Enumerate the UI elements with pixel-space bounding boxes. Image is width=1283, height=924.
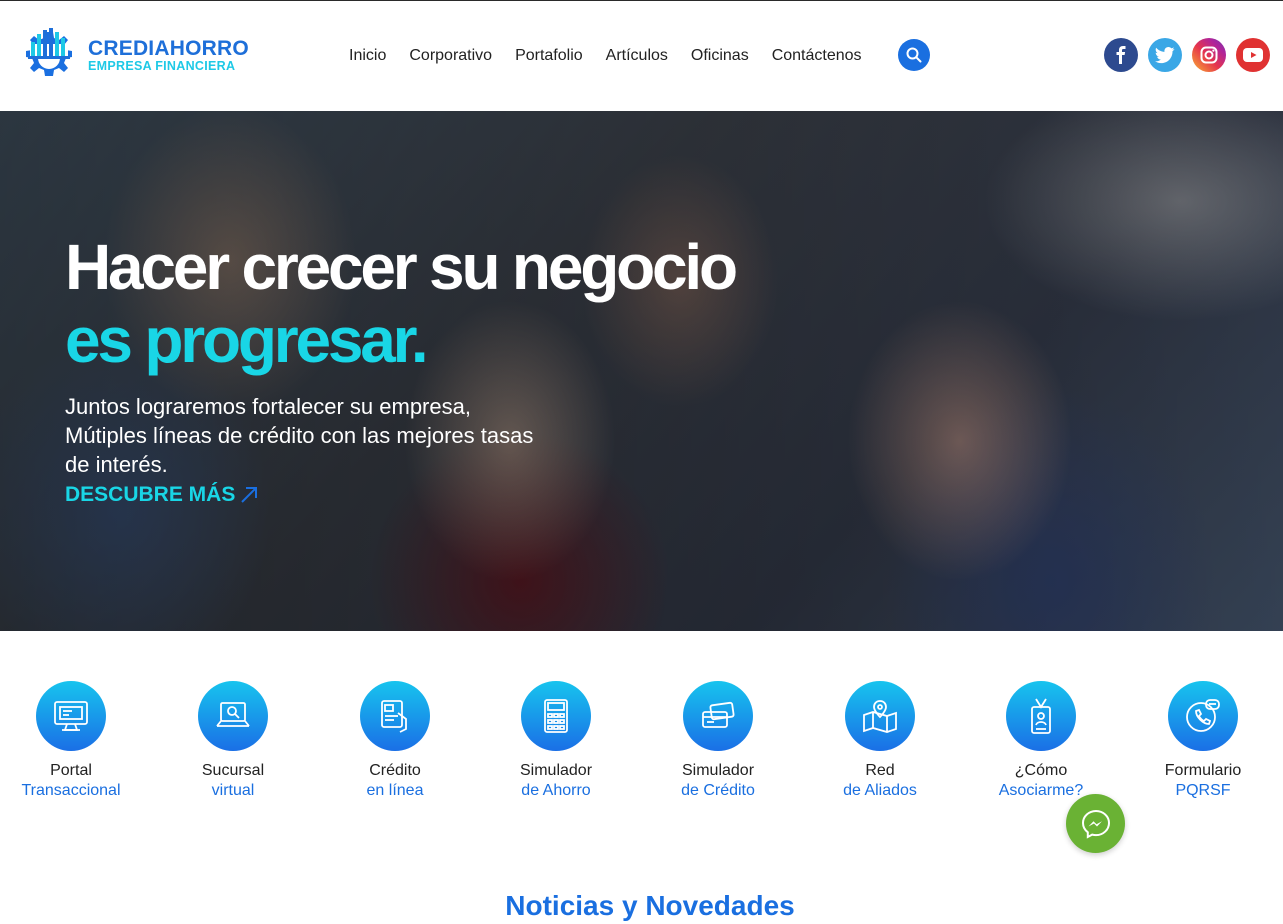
nav-item-oficinas[interactable]: Oficinas	[691, 47, 749, 65]
search-button[interactable]	[898, 39, 930, 71]
facebook-icon	[1116, 46, 1126, 64]
id-badge-icon	[1006, 681, 1076, 751]
nav-item-articulos[interactable]: Artículos	[606, 47, 668, 65]
brand-tagline: EMPRESA FINANCIERA	[88, 58, 236, 73]
service-label: Red	[865, 762, 895, 779]
service-como-asociarme[interactable]: ¿Cómo Asociarme?	[966, 681, 1116, 801]
laptop-search-icon	[198, 681, 268, 751]
calculator-icon	[521, 681, 591, 751]
service-sublabel: de Crédito	[681, 782, 755, 799]
hero-title: Hacer crecer su negocio	[65, 231, 738, 303]
cards-icon	[683, 681, 753, 751]
discover-more-label: DESCUBRE MÁS	[65, 483, 236, 506]
hero-description: Juntos lograremos fortalecer su empresa,…	[65, 394, 534, 477]
service-label: Portal	[50, 762, 92, 779]
service-sublabel: de Ahorro	[521, 782, 591, 799]
service-label: Formulario	[1164, 762, 1242, 779]
brand-name: CREDIAHORRO	[88, 36, 249, 60]
service-simulador-credito[interactable]: Simulador de Crédito	[643, 681, 793, 801]
facebook-button[interactable]	[1104, 38, 1138, 72]
messenger-chat-button[interactable]	[1066, 794, 1125, 853]
arrow-up-right-icon	[241, 487, 258, 503]
map-pin-icon	[845, 681, 915, 751]
hero-banner: Hacer crecer su negocio es progresar. Ju…	[0, 111, 1283, 631]
service-sucursal-virtual[interactable]: Sucursal virtual	[158, 681, 308, 801]
service-formulario-pqrsf[interactable]: Formulario PQRSF	[1128, 681, 1278, 801]
service-simulador-ahorro[interactable]: Simulador de Ahorro	[481, 681, 631, 801]
nav-item-contactenos[interactable]: Contáctenos	[772, 47, 862, 65]
youtube-icon	[1243, 48, 1263, 62]
youtube-button[interactable]	[1236, 38, 1270, 72]
logo-gear-icon	[26, 28, 72, 76]
instagram-button[interactable]	[1192, 38, 1226, 72]
service-portal-transaccional[interactable]: Portal Transaccional	[0, 681, 146, 801]
service-label: Crédito	[369, 762, 421, 779]
service-sublabel: Transaccional	[21, 782, 121, 799]
main-nav: Inicio Corporativo Portafolio Artículos …	[349, 47, 885, 65]
monitor-icon	[36, 681, 106, 751]
nav-item-corporativo[interactable]: Corporativo	[409, 47, 492, 65]
service-sublabel: virtual	[211, 782, 255, 799]
service-label: Simulador	[681, 762, 755, 779]
discover-more-link[interactable]: DESCUBRE MÁS	[65, 483, 259, 507]
service-label: ¿Cómo	[1014, 762, 1068, 779]
nav-item-portafolio[interactable]: Portafolio	[515, 47, 583, 65]
hand-card-icon	[360, 681, 430, 751]
service-red-aliados[interactable]: Red de Aliados	[805, 681, 955, 801]
service-sublabel: PQRSF	[1175, 782, 1231, 799]
messenger-icon	[1081, 809, 1110, 839]
twitter-icon	[1155, 46, 1175, 63]
phone-chat-icon	[1168, 681, 1238, 751]
service-sublabel: en línea	[366, 782, 424, 799]
service-credito-en-linea[interactable]: Crédito en línea	[320, 681, 470, 801]
instagram-icon	[1200, 46, 1218, 64]
nav-item-inicio[interactable]: Inicio	[349, 47, 386, 65]
site-header: CREDIAHORRO EMPRESA FINANCIERA Inicio Co…	[0, 1, 1283, 111]
hero-subtitle: es progresar.	[65, 304, 429, 376]
logo[interactable]: CREDIAHORRO EMPRESA FINANCIERA	[20, 26, 249, 84]
news-section-title: Noticias y Novedades	[505, 890, 795, 921]
search-icon	[906, 47, 922, 63]
service-label: Sucursal	[201, 762, 265, 779]
service-sublabel: de Aliados	[843, 782, 917, 799]
twitter-button[interactable]	[1148, 38, 1182, 72]
service-label: Simulador	[519, 762, 593, 779]
